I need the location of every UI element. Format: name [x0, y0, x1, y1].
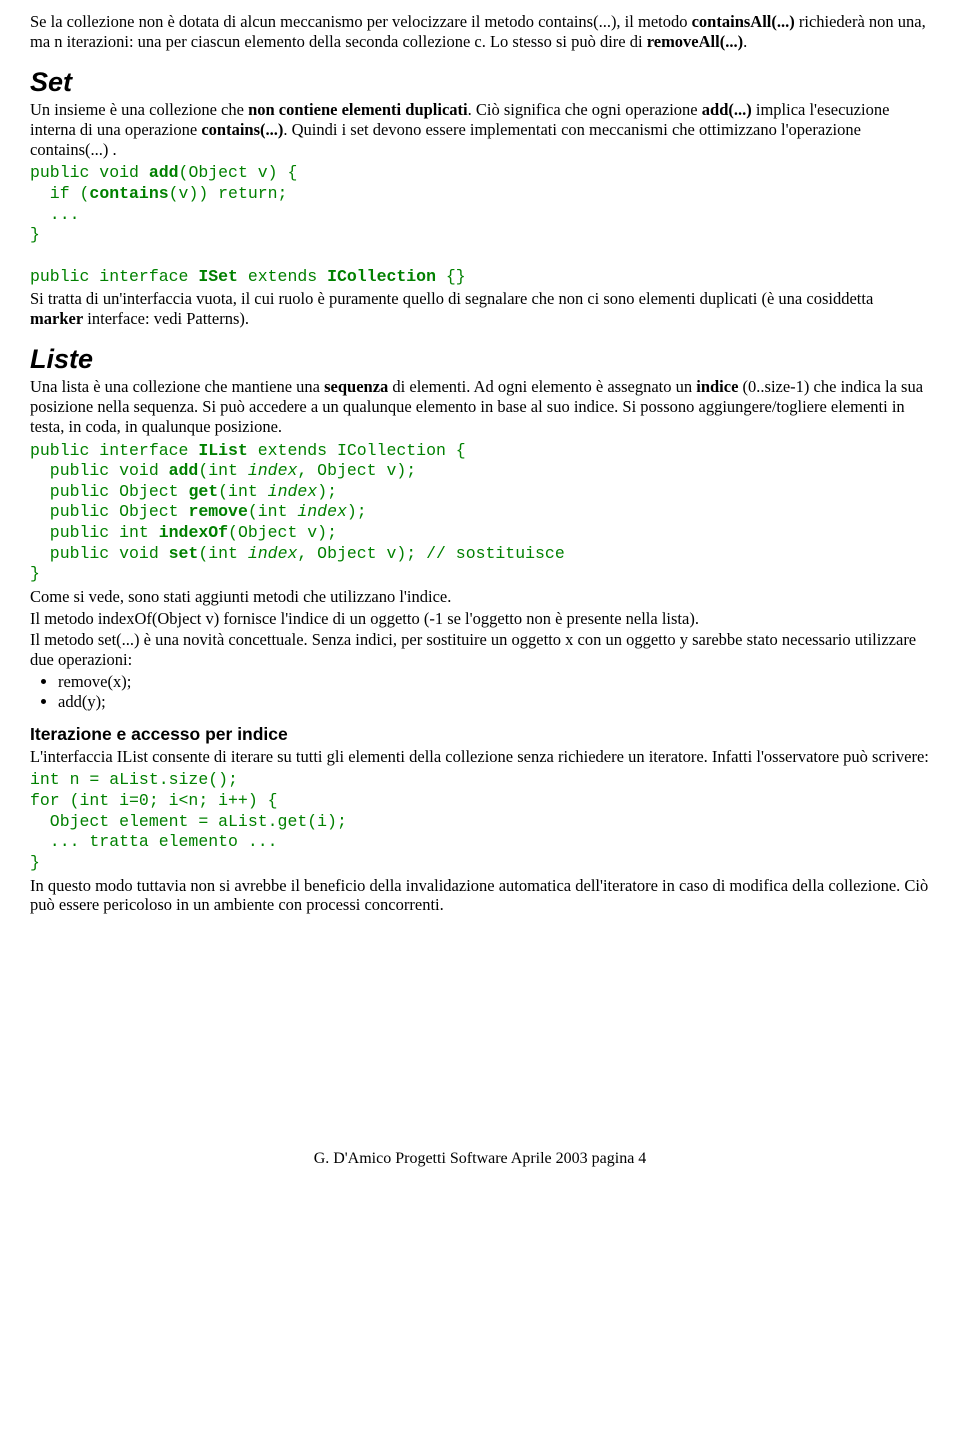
code-text: int n = aList.size();: [30, 770, 238, 789]
heading-set: Set: [30, 66, 930, 98]
code-text: ... tratta elemento ...: [30, 832, 278, 851]
code-text: remove: [188, 502, 247, 521]
code-text: (int: [198, 461, 248, 480]
code-text: set: [169, 544, 199, 563]
code-text: index: [248, 544, 298, 563]
text-bold: indice: [696, 377, 738, 396]
liste-paragraph-3: Il metodo indexOf(Object v) fornisce l'i…: [30, 609, 930, 629]
code-text: public Object: [30, 482, 188, 501]
code-text: ISet: [198, 267, 238, 286]
text-bold: sequenza: [324, 377, 388, 396]
iter-paragraph-1: L'interfaccia IList consente di iterare …: [30, 747, 930, 767]
code-text: public void: [30, 163, 149, 182]
set-paragraph-1: Un insieme è una collezione che non cont…: [30, 100, 930, 159]
text: di elementi. Ad ogni elemento è assegnat…: [388, 377, 696, 396]
liste-paragraph-2: Come si vede, sono stati aggiunti metodi…: [30, 587, 930, 607]
text-bold: removeAll(...): [647, 32, 743, 51]
code-text: ...: [30, 205, 80, 224]
code-text: (int: [218, 482, 268, 501]
code-text: index: [268, 482, 318, 501]
code-block-add: public void add(Object v) { if (contains…: [30, 163, 930, 287]
code-text: public void: [30, 544, 169, 563]
text: Si tratta di un'interfaccia vuota, il cu…: [30, 289, 873, 308]
liste-paragraph-1: Una lista è una collezione che mantiene …: [30, 377, 930, 436]
code-text: public interface: [30, 441, 198, 460]
code-text: }: [30, 564, 40, 583]
text: .: [743, 32, 747, 51]
heading-iterazione: Iterazione e accesso per indice: [30, 724, 930, 745]
code-text: ICollection: [327, 267, 436, 286]
code-text: );: [347, 502, 367, 521]
code-text: IList: [198, 441, 248, 460]
text: . Ciò significa che ogni operazione: [468, 100, 702, 119]
text-bold: add(...): [702, 100, 752, 119]
code-text: (v)) return;: [169, 184, 288, 203]
code-text: (int: [248, 502, 298, 521]
code-text: extends ICollection {: [248, 441, 466, 460]
code-text: public int: [30, 523, 159, 542]
code-text: , Object v);: [297, 461, 416, 480]
page-footer: G. D'Amico Progetti Software Aprile 2003…: [30, 1143, 930, 1174]
code-text: }: [30, 853, 40, 872]
code-block-ilist: public interface IList extends ICollecti…: [30, 441, 930, 585]
code-text: get: [188, 482, 218, 501]
code-text: (Object v) {: [179, 163, 298, 182]
code-text: add: [169, 461, 199, 480]
code-block-iteration: int n = aList.size(); for (int i=0; i<n;…: [30, 770, 930, 873]
iter-paragraph-2: In questo modo tuttavia non si avrebbe i…: [30, 876, 930, 916]
text-bold: marker: [30, 309, 83, 328]
code-text: (Object v);: [228, 523, 337, 542]
text: Un insieme è una collezione che: [30, 100, 248, 119]
code-text: );: [317, 482, 337, 501]
code-text: contains: [89, 184, 168, 203]
text: Una lista è una collezione che mantiene …: [30, 377, 324, 396]
liste-paragraph-4: Il metodo set(...) è una novità concettu…: [30, 630, 930, 670]
code-text: Object element = aList.get(i);: [30, 812, 347, 831]
code-text: public void: [30, 461, 169, 480]
heading-liste: Liste: [30, 343, 930, 375]
intro-paragraph: Se la collezione non è dotata di alcun m…: [30, 12, 930, 52]
operations-list: remove(x); add(y);: [30, 672, 930, 712]
code-text: add: [149, 163, 179, 182]
list-item: add(y);: [58, 692, 930, 712]
code-text: (int: [198, 544, 248, 563]
code-text: indexOf: [159, 523, 228, 542]
code-text: , Object v); // sostituisce: [297, 544, 564, 563]
code-text: index: [297, 502, 347, 521]
code-text: public interface: [30, 267, 198, 286]
code-text: if (: [30, 184, 89, 203]
text: interface: vedi Patterns).: [83, 309, 249, 328]
text-bold: non contiene elementi duplicati: [248, 100, 468, 119]
text-bold: containsAll(...): [692, 12, 795, 31]
set-paragraph-2: Si tratta di un'interfaccia vuota, il cu…: [30, 289, 930, 329]
text: Se la collezione non è dotata di alcun m…: [30, 12, 692, 31]
code-text: }: [30, 225, 40, 244]
code-text: public Object: [30, 502, 188, 521]
code-text: for (int i=0; i<n; i++) {: [30, 791, 278, 810]
text-bold: contains(...): [201, 120, 283, 139]
code-text: {}: [436, 267, 466, 286]
code-text: extends: [238, 267, 327, 286]
code-text: index: [248, 461, 298, 480]
list-item: remove(x);: [58, 672, 930, 692]
